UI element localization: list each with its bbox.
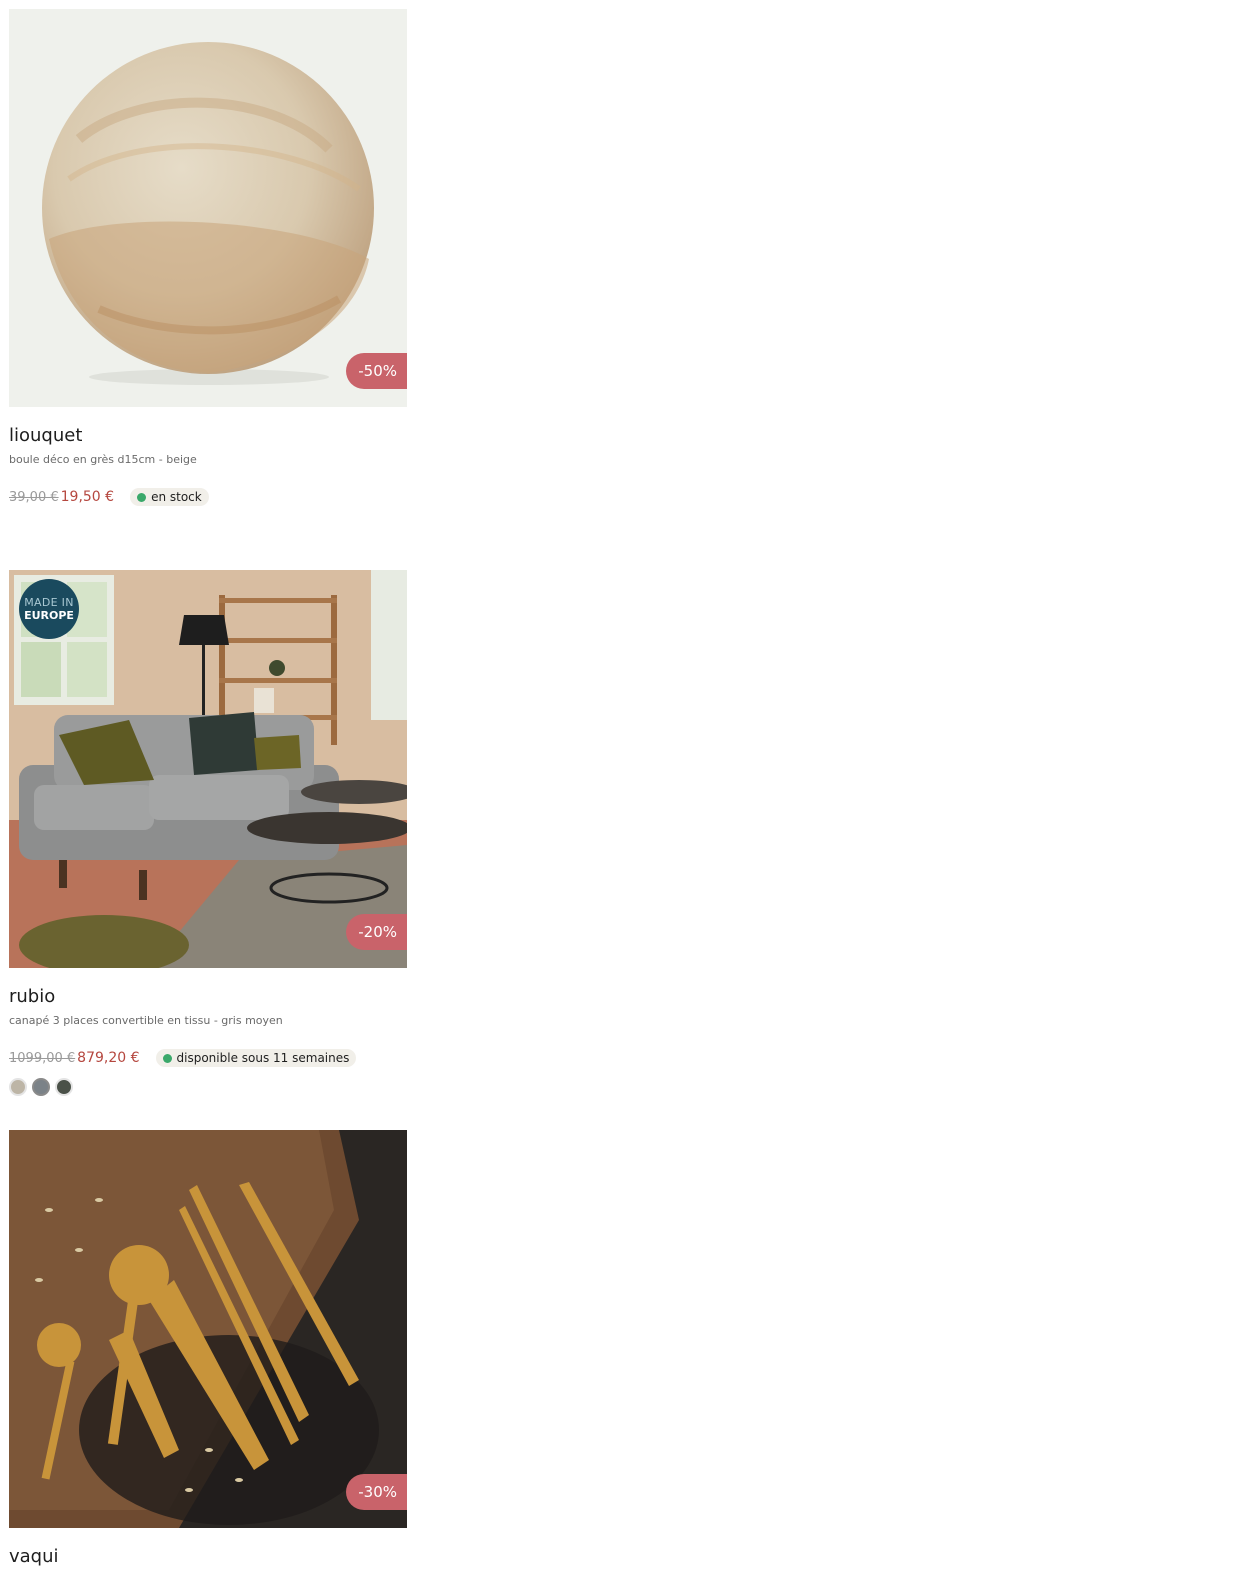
price-row: 39,00 € 19,50 € en stock — [9, 487, 407, 507]
product-name[interactable]: liouquet — [9, 424, 407, 448]
badge-line-2: EUROPE — [24, 609, 74, 622]
product-name[interactable]: rubio — [9, 985, 407, 1009]
old-price: 39,00 € — [9, 489, 59, 505]
stock-dot-icon — [162, 1053, 172, 1063]
badge-line-1: MADE IN — [24, 596, 74, 609]
product-description: canapé 3 places convertible en tissu - g… — [9, 1014, 283, 1027]
sale-price: 19,50 € — [60, 489, 115, 505]
color-swatch-dark-green[interactable] — [55, 1078, 73, 1096]
stock-dot-icon — [137, 492, 147, 502]
product-name[interactable]: vaqui — [9, 1545, 407, 1569]
color-swatch-beige[interactable] — [9, 1078, 27, 1096]
price-row: 1099,00 € 879,20 € disponible sous 11 se… — [9, 1048, 407, 1068]
stock-badge: disponible sous 11 semaines — [155, 1049, 357, 1067]
color-swatches — [9, 1078, 407, 1096]
product-card[interactable]: -30% vaqui — [9, 1130, 407, 1569]
product-card[interactable]: -50% liouquet boule déco en grès d15cm -… — [9, 9, 407, 507]
product-image[interactable]: -50% — [9, 9, 407, 407]
sale-price: 879,20 € — [77, 1050, 140, 1066]
discount-badge: -20% — [346, 914, 407, 950]
discount-badge: -30% — [346, 1474, 407, 1510]
product-image[interactable]: -30% — [9, 1130, 407, 1528]
stone-ball-image — [9, 9, 407, 407]
color-swatch-grey[interactable] — [32, 1078, 50, 1096]
discount-badge: -50% — [346, 353, 407, 389]
stock-label: disponible sous 11 semaines — [176, 1051, 350, 1065]
product-description: boule déco en grès d15cm - beige — [9, 453, 197, 466]
product-card[interactable]: MADE IN EUROPE -20% rubio canapé 3 place… — [9, 570, 407, 1096]
old-price: 1099,00 € — [9, 1050, 76, 1066]
stock-badge: en stock — [130, 488, 209, 506]
gold-cutlery-image — [9, 1130, 407, 1528]
product-image[interactable]: MADE IN EUROPE -20% — [9, 570, 407, 968]
stock-label: en stock — [151, 490, 202, 504]
made-in-europe-badge: MADE IN EUROPE — [19, 579, 79, 639]
